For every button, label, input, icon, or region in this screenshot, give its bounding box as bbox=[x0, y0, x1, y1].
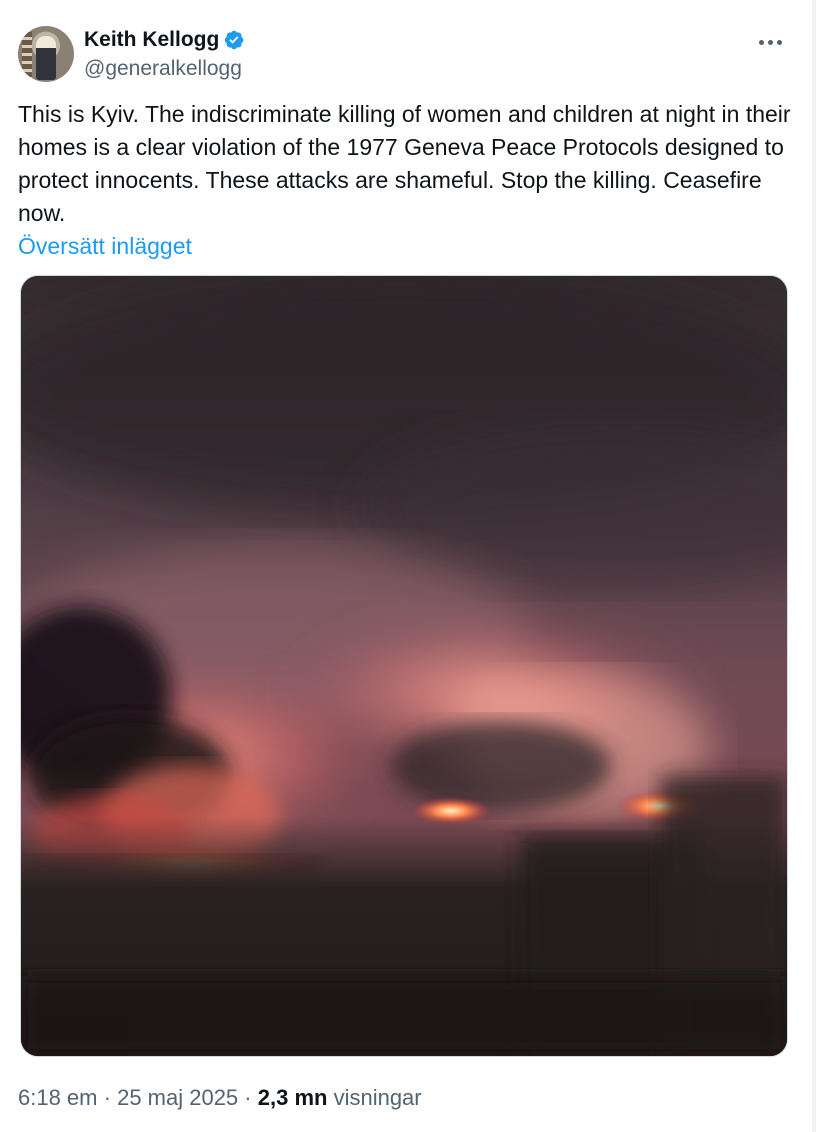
dot bbox=[758, 39, 764, 45]
more-options-icon[interactable] bbox=[752, 28, 788, 56]
views-count: 2,3 mn bbox=[257, 1085, 328, 1110]
tweet-header: Keith Kellogg @generalkellogg bbox=[18, 26, 788, 84]
separator: · bbox=[103, 1085, 111, 1110]
dot bbox=[776, 39, 782, 45]
translate-post-link[interactable]: Översätt inlägget bbox=[18, 230, 192, 263]
avatar[interactable] bbox=[18, 26, 74, 82]
verified-badge-icon[interactable] bbox=[223, 29, 245, 51]
post-date[interactable]: 25 maj 2025 bbox=[117, 1085, 238, 1110]
views-label: visningar bbox=[333, 1085, 422, 1110]
tweet-photo[interactable] bbox=[20, 275, 788, 1057]
user-handle[interactable]: @generalkellogg bbox=[84, 56, 242, 81]
dot bbox=[767, 39, 773, 45]
tweet-meta: 6:18 em · 25 maj 2025 · 2,3 mn visningar bbox=[18, 1083, 422, 1113]
night-fire-photo bbox=[21, 276, 787, 1056]
post-time[interactable]: 6:18 em bbox=[18, 1085, 98, 1110]
separator: · bbox=[244, 1085, 252, 1110]
avatar-background bbox=[22, 32, 32, 78]
display-name[interactable]: Keith Kellogg bbox=[84, 26, 219, 53]
avatar-figure bbox=[36, 36, 56, 80]
name-line: Keith Kellogg bbox=[84, 26, 245, 53]
tweet-text: This is Kyiv. The indiscriminate killing… bbox=[18, 101, 797, 226]
scrollbar-edge bbox=[812, 0, 816, 1132]
